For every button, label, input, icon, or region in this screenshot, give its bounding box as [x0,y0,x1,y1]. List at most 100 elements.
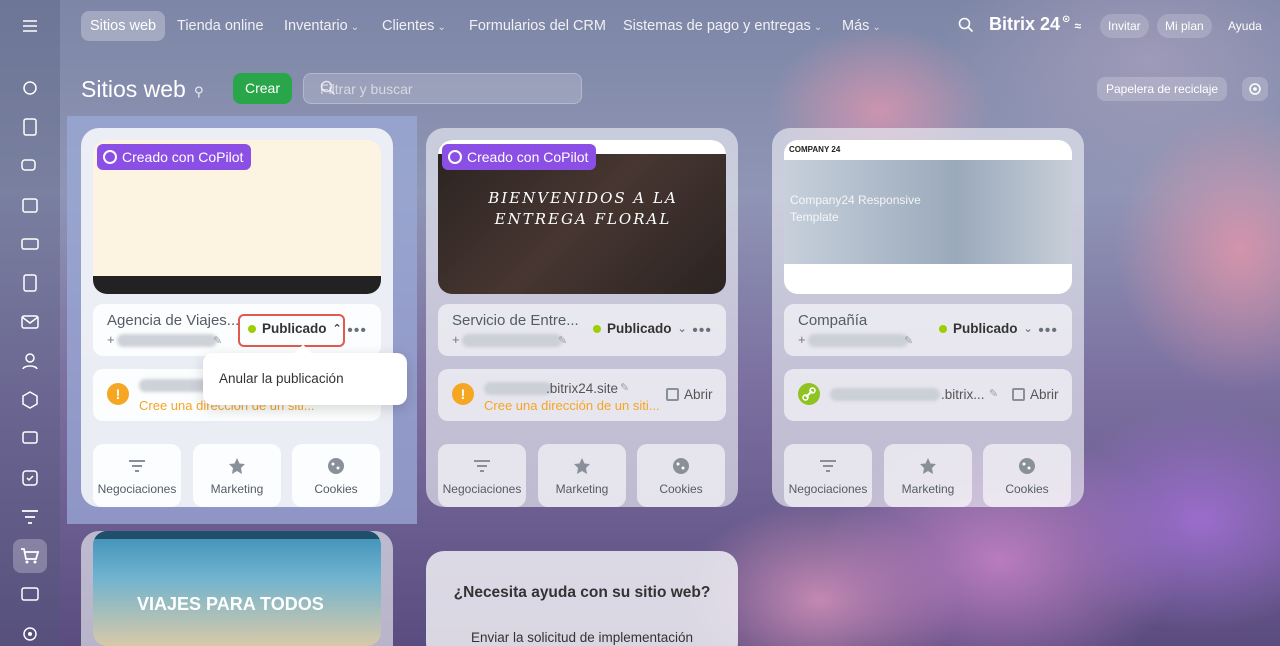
search-icon[interactable] [958,17,974,38]
more-icon[interactable]: ••• [692,322,712,340]
page-title: Sitios web [81,76,186,102]
site-thumbnail[interactable]: VIAJES PARA TODOS [93,531,381,646]
thumbnail-headline: BIENVENIDOS A LA ENTREGA FLORAL [488,189,678,228]
pencil-icon[interactable]: ✎ [904,334,913,347]
pin-icon[interactable]: ⚲ [194,84,204,100]
thumbnail-brand: COMPANY 24 [789,145,841,154]
card-icon[interactable] [16,580,44,608]
domain-row: ! .bitrix24.site ✎ Cree una dirección de… [438,369,726,421]
brand-logo: Bitrix 24 ⊙ ≈ [989,14,1082,34]
cookie-icon [637,456,725,476]
site-card[interactable]: BIENVENIDOS A LA ENTREGA FLORAL Creado c… [426,128,738,507]
gear-icon[interactable] [1242,77,1268,101]
site-card[interactable]: COMPANY 24 Company24 Responsive Template… [772,128,1084,507]
status-dropdown[interactable]: Publicado ⌄ [593,321,687,336]
site-name[interactable]: Servicio de Entre... [452,312,579,329]
tile-label: Cookies [314,482,358,496]
menu-icon[interactable] [16,12,44,40]
pencil-icon[interactable]: ✎ [213,334,222,347]
star-icon [193,456,281,476]
chevron-down-icon: ⌄ [350,22,360,33]
docs-icon[interactable] [16,269,44,297]
settings-icon[interactable] [16,620,44,646]
tasks-icon[interactable] [16,113,44,141]
open-button[interactable]: Abrir [1012,387,1059,402]
site-info-row: Servicio de Entre... + ✎ Publicado ⌄ ••• [438,304,726,356]
site-thumbnail[interactable]: COMPANY 24 Company24 Responsive Template [784,140,1072,294]
warning-text[interactable]: Cree una dirección de un siti... [484,398,660,413]
drive-icon[interactable] [16,230,44,258]
domain-blurred [484,382,552,395]
copilot-badge: Creado con CoPilot [442,144,597,170]
feed-icon[interactable] [16,74,44,102]
help-title: ¿Necesita ayuda con su sitio web? [453,584,711,601]
tile-marketing[interactable]: Marketing [193,444,281,507]
more-icon[interactable]: ••• [347,322,367,340]
tab-mas[interactable]: Más ⌄ [842,11,881,41]
published-dot [939,324,947,333]
thumbnail-headline: Company24 Responsive Template [790,193,921,224]
tile-marketing[interactable]: Marketing [538,444,626,507]
tile-marketing[interactable]: Marketing [884,444,972,507]
top-nav: Sitios web Tienda online Inventario ⌄ Cli… [60,0,1280,52]
create-button[interactable]: Crear [233,73,292,104]
domain-row: .bitrix... ✎ Abrir [784,369,1072,421]
site-name[interactable]: Compañía [798,312,867,329]
implementation-request-link[interactable]: Enviar la solicitud de implementación [426,630,738,645]
funnel-icon [784,456,872,476]
plus-icon: + [452,332,460,347]
plus-icon: + [107,332,115,347]
help-button[interactable]: Ayuda [1220,14,1270,38]
chevron-down-icon: ⌄ [813,22,823,33]
tile-cookies[interactable]: Cookies [292,444,380,507]
tab-sistemas-pago[interactable]: Sistemas de pago y entregas ⌄ [623,11,822,41]
status-dropdown[interactable]: Publicado ⌄ [939,321,1033,336]
warning-icon: ! [452,383,474,405]
unpublish-menu-item[interactable]: Anular la publicación [219,371,344,386]
site-thumbnail[interactable]: Creado con CoPilot [93,140,381,294]
tile-cookies[interactable]: Cookies [983,444,1071,507]
shop-icon[interactable] [13,539,47,573]
chevron-down-icon: ⌄ [1023,323,1033,335]
tile-negociaciones[interactable]: Negociaciones [93,444,181,507]
star-icon [538,456,626,476]
tile-label: Negociaciones [788,482,868,496]
star-icon [884,456,972,476]
domain-text[interactable]: .bitrix... [941,387,985,402]
checklist-icon[interactable] [16,464,44,492]
published-dot [593,324,601,333]
tile-negociaciones[interactable]: Negociaciones [438,444,526,507]
recycle-bin-button[interactable]: Papelera de reciclaje [1097,77,1228,101]
pencil-icon[interactable]: ✎ [558,334,567,347]
mail-icon[interactable] [16,308,44,336]
funnel-icon [93,456,181,476]
tab-tienda-online[interactable]: Tienda online [177,11,264,41]
automation-icon[interactable] [16,386,44,414]
tab-formularios-crm[interactable]: Formularios del CRM [469,11,606,41]
site-url-blurred [117,334,217,347]
funnel-icon [438,456,526,476]
search-input[interactable]: Filtrar y buscar [303,73,582,104]
tile-cookies[interactable]: Cookies [637,444,725,507]
invite-button[interactable]: Invitar [1100,14,1149,38]
domain-text[interactable]: .bitrix24.site [546,381,618,396]
pencil-icon[interactable]: ✎ [620,381,629,394]
sites-icon[interactable] [16,425,44,453]
site-card[interactable]: Creado con CoPilot Agencia de Viajes... … [81,128,393,507]
open-button[interactable]: Abrir [666,387,713,402]
pencil-icon[interactable]: ✎ [989,387,998,400]
tab-clientes[interactable]: Clientes ⌄ [382,11,446,41]
site-name[interactable]: Agencia de Viajes... [107,312,239,329]
calendar-icon[interactable] [16,191,44,219]
more-icon[interactable]: ••• [1038,322,1058,340]
tab-sitios-web[interactable]: Sitios web [81,11,166,41]
help-card: ¿Necesita ayuda con su sitio web? Enviar… [426,551,738,646]
contacts-icon[interactable] [16,347,44,375]
site-card[interactable]: VIAJES PARA TODOS [81,531,393,646]
my-plan-button[interactable]: Mi plan [1157,14,1212,38]
chat-icon[interactable] [16,152,44,180]
site-thumbnail[interactable]: BIENVENIDOS A LA ENTREGA FLORAL Creado c… [438,140,726,294]
funnel-icon[interactable] [16,503,44,531]
tile-negociaciones[interactable]: Negociaciones [784,444,872,507]
tab-inventario[interactable]: Inventario ⌄ [284,11,359,41]
